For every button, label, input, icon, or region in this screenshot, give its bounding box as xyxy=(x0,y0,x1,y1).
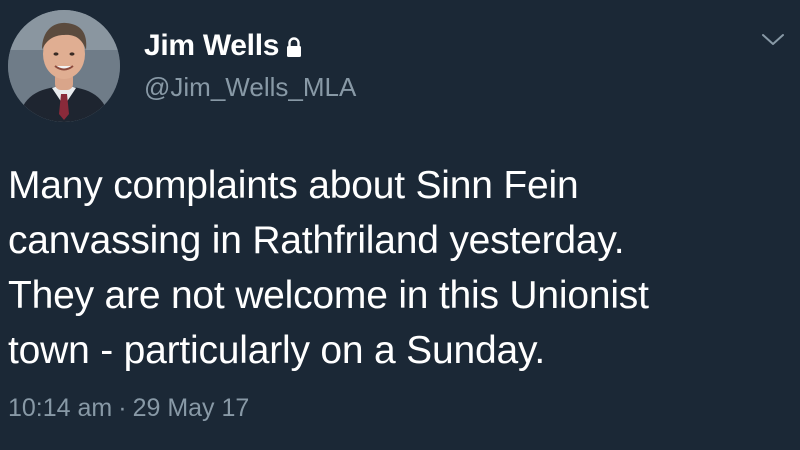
chevron-down-icon[interactable] xyxy=(760,30,786,48)
avatar-portrait-image xyxy=(8,10,120,122)
author-row: Jim Wells xyxy=(144,28,303,64)
tweet-text: Many complaints about Sinn Fein canvassi… xyxy=(8,164,649,372)
tweet-timestamp[interactable]: 10:14 am · 29 May 17 xyxy=(8,394,249,423)
tweet-time: 10:14 am xyxy=(8,394,113,422)
display-name[interactable]: Jim Wells xyxy=(144,29,279,63)
meta-separator: · xyxy=(118,394,127,422)
avatar[interactable] xyxy=(8,10,120,122)
tweet-card: Jim Wells @Jim_Wells_MLA Many complaints… xyxy=(0,0,800,450)
lock-icon xyxy=(285,36,303,58)
username-handle[interactable]: @Jim_Wells_MLA xyxy=(144,72,356,103)
tweet-date: 29 May 17 xyxy=(132,394,250,422)
